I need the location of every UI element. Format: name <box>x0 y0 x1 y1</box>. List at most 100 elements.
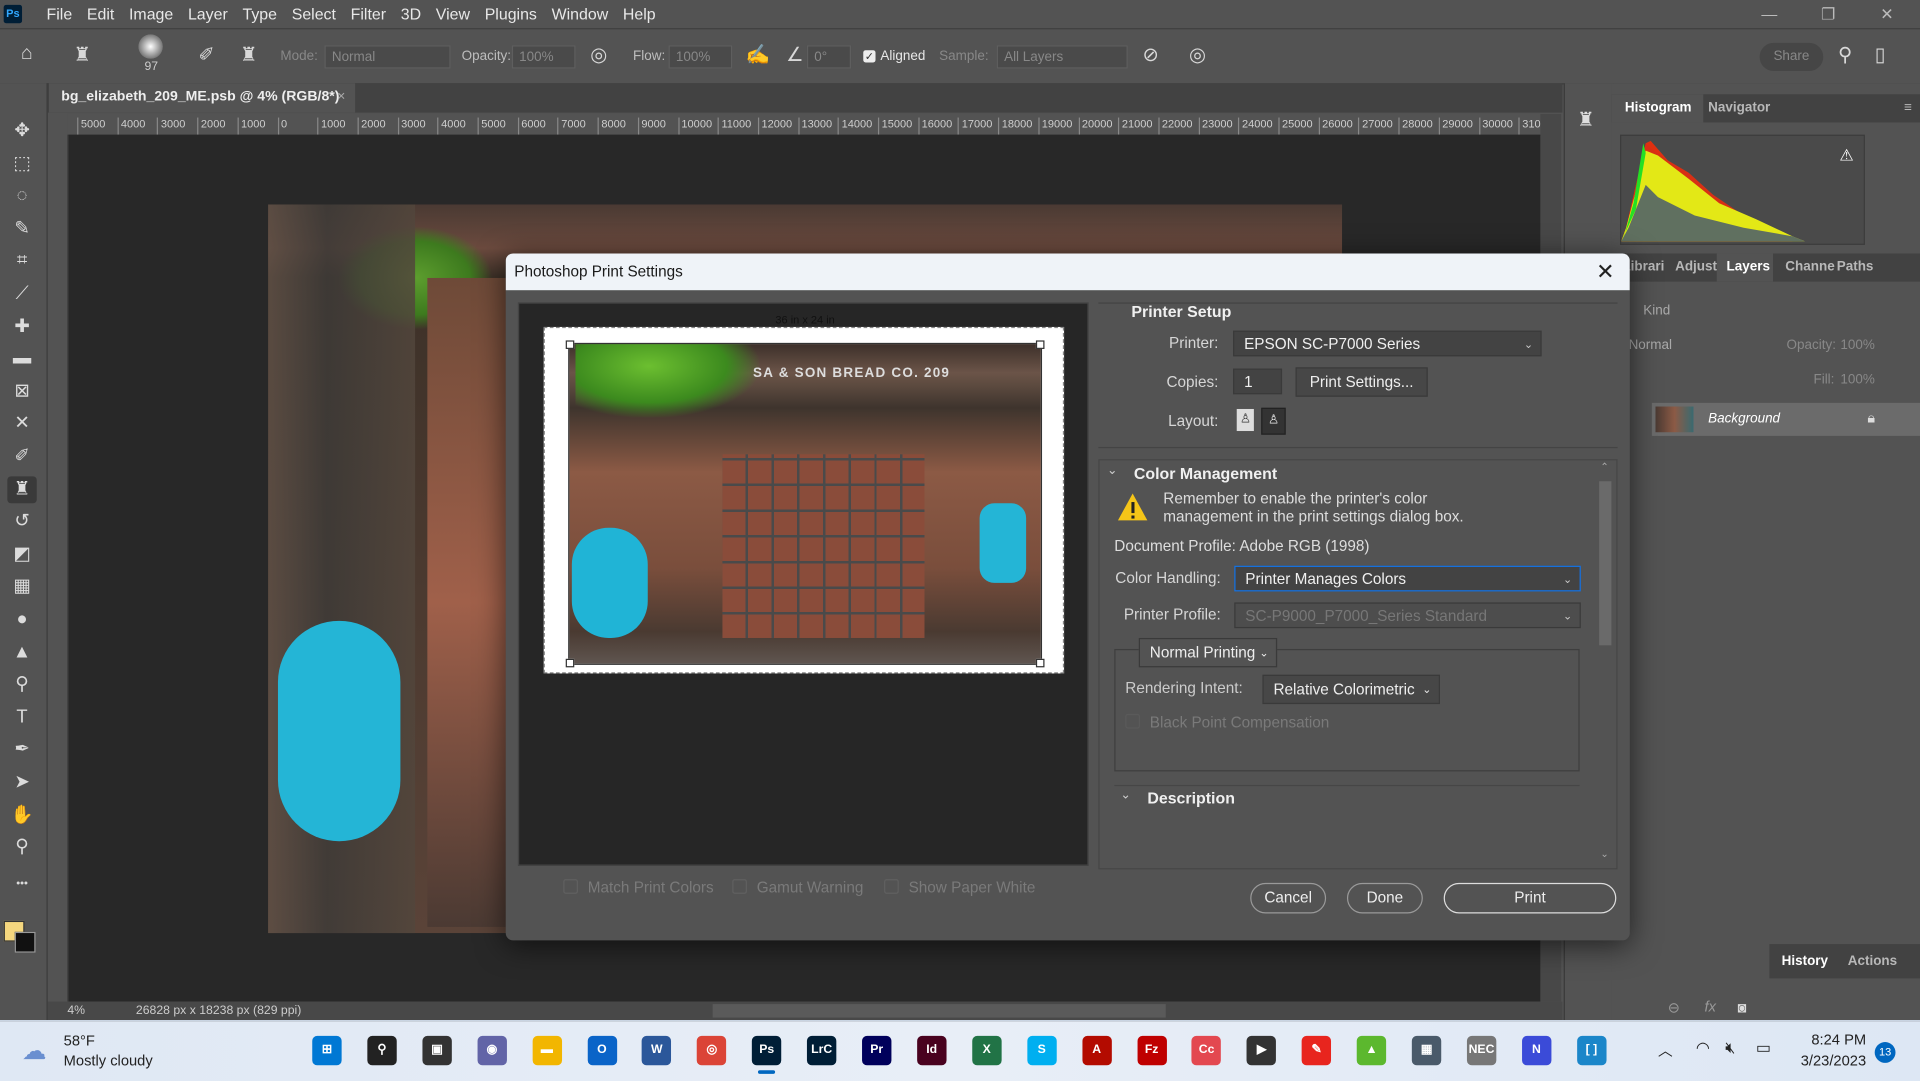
lock-icon[interactable]: 🔒︎ <box>1867 409 1875 427</box>
match-print-colors-checkbox[interactable]: Match Print Colors <box>563 879 714 896</box>
taskbar-app-bracket-icon[interactable]: [ ] <box>1576 1035 1607 1066</box>
notification-badge[interactable]: 13 <box>1874 1042 1896 1063</box>
tab-navigator[interactable]: Navigator <box>1708 100 1770 115</box>
menu-help[interactable]: Help <box>616 0 663 28</box>
workspace-icon[interactable]: ▯ <box>1875 43 1886 67</box>
volume-muted-icon[interactable]: 🔇︎ <box>1725 1038 1735 1058</box>
sample-select[interactable]: All Layers <box>996 45 1128 69</box>
ruler-icon[interactable]: ▬ <box>7 346 36 373</box>
taskbar-lightroom-classic-icon[interactable]: LrC <box>807 1035 837 1066</box>
eyedropper-icon[interactable]: ⟋ <box>7 280 36 307</box>
taskbar-nec-monitor-icon[interactable]: NEC <box>1466 1035 1497 1066</box>
tab-layers[interactable]: Layers <box>1727 260 1770 275</box>
show-paper-white-checkbox[interactable]: Show Paper White <box>884 879 1035 896</box>
dodge-icon[interactable]: ⚲ <box>7 671 36 698</box>
menu-type[interactable]: Type <box>235 0 284 28</box>
menu-image[interactable]: Image <box>122 0 181 28</box>
history-brush-icon[interactable]: ↺ <box>7 508 36 535</box>
gamut-warning-checkbox[interactable]: Gamut Warning <box>732 879 863 896</box>
healing-icon[interactable]: ✚ <box>7 313 36 340</box>
black-point-compensation-checkbox[interactable]: Black Point Compensation <box>1125 713 1329 731</box>
menu-file[interactable]: File <box>39 0 79 28</box>
taskbar-task-view-icon[interactable]: ▣ <box>422 1035 452 1066</box>
content-aware-move-icon[interactable]: ✕ <box>7 411 36 438</box>
close-icon[interactable]: ✕ <box>1591 257 1620 286</box>
layer-opacity-value[interactable]: 100% <box>1840 338 1874 353</box>
more-tools-icon[interactable]: ••• <box>7 869 36 896</box>
tab-histogram[interactable]: Histogram <box>1625 100 1692 115</box>
portrait-icon[interactable]: ♙ <box>1236 408 1254 432</box>
clone-source-icon[interactable]: ♜ <box>240 43 258 67</box>
zoom-level[interactable]: 4% <box>67 1004 85 1017</box>
taskbar-windows-start-icon[interactable]: ⊞ <box>312 1035 342 1066</box>
clone-source-panel-icon[interactable]: ♜ <box>1577 108 1595 132</box>
search-icon[interactable]: ⚲ <box>1838 43 1852 67</box>
path-select-icon[interactable]: ➤ <box>7 769 36 796</box>
taskbar-media-player-icon[interactable]: ▶ <box>1246 1035 1277 1066</box>
taskbar-teams-chat-icon[interactable]: ◉ <box>477 1035 507 1066</box>
pressure-size-icon[interactable]: ◎ <box>1189 43 1206 67</box>
section-scrollbar[interactable]: ⌃ ⌄ <box>1598 462 1614 867</box>
collapse-chevron-icon[interactable]: ⌄ <box>1107 464 1117 477</box>
pen-icon[interactable]: ✒ <box>7 736 36 763</box>
gradient-icon[interactable]: ▦ <box>7 574 36 601</box>
printing-mode-select[interactable]: Normal Printing ⌄ <box>1138 637 1278 668</box>
type-icon[interactable]: T <box>7 704 36 731</box>
description-chevron-icon[interactable]: ⌄ <box>1120 789 1130 802</box>
close-tab-icon[interactable]: × <box>337 83 345 110</box>
rendering-intent-select[interactable]: Relative Colorimetric ⌄ <box>1262 674 1441 705</box>
clone-stamp-icon[interactable]: ♜ <box>7 475 37 503</box>
menu-view[interactable]: View <box>428 0 477 28</box>
fx-icon[interactable]: fx <box>1704 998 1715 1015</box>
taskbar-outlook-icon[interactable]: O <box>587 1035 617 1066</box>
brush-preview-icon[interactable] <box>138 34 163 59</box>
horizontal-scrollbar[interactable] <box>712 1004 1166 1018</box>
taskbar-filezilla-icon[interactable]: Fz <box>1136 1035 1167 1066</box>
wifi-icon[interactable]: ◠ <box>1696 1038 1710 1058</box>
print-image-preview[interactable]: SA & SON BREAD CO. 209 <box>568 342 1043 665</box>
menu-window[interactable]: Window <box>544 0 615 28</box>
link-layers-icon[interactable]: ⊖ <box>1668 999 1680 1016</box>
background-color-swatch[interactable] <box>14 931 36 953</box>
tab-channels[interactable]: Channe <box>1785 260 1834 275</box>
brush-icon[interactable]: ✐ <box>7 443 36 470</box>
aligned-checkbox[interactable]: ✓ <box>863 50 876 63</box>
clock-date[interactable]: 3/23/2023 <box>1788 1052 1866 1069</box>
restore-icon[interactable]: ❐ <box>1800 0 1856 28</box>
marquee-icon[interactable]: ⬚ <box>7 150 36 177</box>
fill-value[interactable]: 100% <box>1840 372 1874 387</box>
cancel-button[interactable]: Cancel <box>1250 882 1327 914</box>
mode-select[interactable]: Normal <box>324 45 451 69</box>
panel-menu-icon[interactable]: ≡ <box>1904 100 1912 115</box>
taskbar-calculator-icon[interactable]: ▦ <box>1411 1035 1442 1066</box>
taskbar-creative-cloud-icon[interactable]: Cc <box>1191 1035 1222 1066</box>
show-hidden-icons-icon[interactable]: ︿ <box>1658 1040 1673 1061</box>
print-button[interactable]: Print <box>1443 882 1617 914</box>
move-icon[interactable]: ✥ <box>7 118 36 145</box>
menu-plugins[interactable]: Plugins <box>477 0 544 28</box>
home-icon[interactable]: ⌂ <box>21 43 33 65</box>
crop-icon[interactable]: ⌗ <box>7 248 36 275</box>
ignore-adjustment-icon[interactable]: ⊘ <box>1142 43 1158 67</box>
done-button[interactable]: Done <box>1346 882 1423 914</box>
pressure-opacity-icon[interactable]: ◎ <box>590 43 607 67</box>
hand-icon[interactable]: ✋ <box>7 802 36 829</box>
airbrush-icon[interactable]: ✍ <box>746 43 770 67</box>
document-tab[interactable]: bg_elizabeth_209_ME.psb @ 4% (RGB/8*) × <box>48 83 356 113</box>
printer-profile-select[interactable]: SC-P9000_P7000_Series Standard ⌄ <box>1234 602 1581 629</box>
taskbar-excel-icon[interactable]: X <box>971 1035 1002 1066</box>
eraser-icon[interactable]: ◩ <box>7 541 36 568</box>
clock-time[interactable]: 8:24 PM <box>1800 1031 1866 1048</box>
taskbar-file-explorer-icon[interactable]: ▬ <box>532 1035 562 1066</box>
taskbar-app-n-icon[interactable]: N <box>1521 1035 1552 1066</box>
menu-edit[interactable]: Edit <box>80 0 122 28</box>
taskbar-premiere-icon[interactable]: Pr <box>862 1035 892 1066</box>
taskbar-chrome-icon[interactable]: ◎ <box>697 1035 727 1066</box>
tab-paths[interactable]: Paths <box>1837 260 1874 275</box>
print-settings-button[interactable]: Print Settings... <box>1295 367 1428 397</box>
taskbar-search-icon[interactable]: ⚲ <box>367 1035 397 1066</box>
landscape-icon[interactable]: ♙ <box>1261 407 1286 435</box>
frame-icon[interactable]: ⊠ <box>7 378 36 405</box>
battery-icon[interactable]: ▭ <box>1756 1038 1771 1058</box>
tab-history[interactable]: History <box>1782 954 1828 969</box>
